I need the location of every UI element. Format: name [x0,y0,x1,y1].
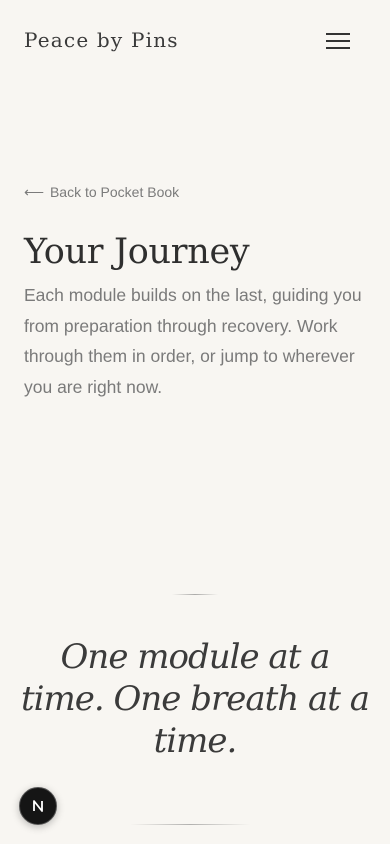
n-glyph-icon [33,800,43,812]
back-to-pocket-book-link[interactable]: ⟵ Back to Pocket Book [24,183,179,201]
hamburger-menu-icon[interactable] [322,28,354,52]
divider [130,824,250,825]
brand-logo[interactable]: Peace by Pins [24,27,179,53]
page-title: Your Journey [24,232,250,272]
divider [172,594,218,595]
menu-line [326,47,350,49]
site-header: Peace by Pins [0,0,390,80]
back-arrow-icon: ⟵ [24,184,45,200]
nextjs-n-icon[interactable] [19,787,57,825]
menu-line [326,33,350,35]
menu-line [326,40,350,42]
back-link-label: Back to Pocket Book [49,184,180,200]
quote-text: One module at a time. One breath at a ti… [20,637,370,761]
intro-paragraph: Each module builds on the last, guiding … [24,285,362,397]
